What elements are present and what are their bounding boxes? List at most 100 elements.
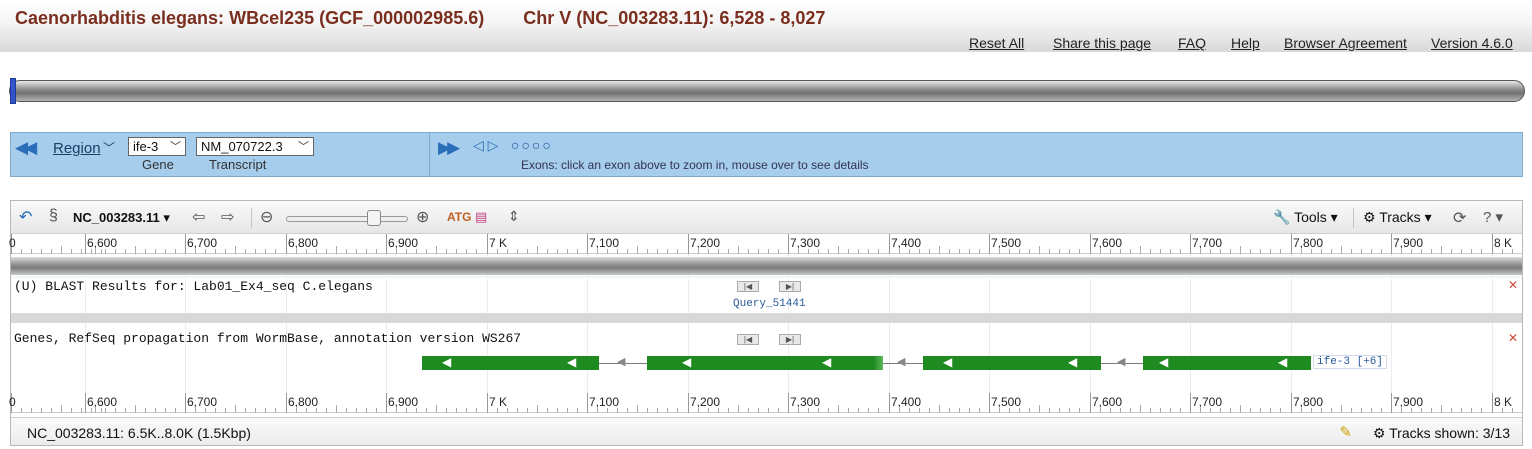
pan-right-icon[interactable]: ⇨ bbox=[221, 207, 234, 227]
gene-select[interactable]: ife-3 ﹀ bbox=[128, 137, 186, 156]
ruler-minor-tick bbox=[296, 249, 297, 254]
blast-track-label[interactable]: (U) BLAST Results for: Lab01_Ex4_seq C.e… bbox=[14, 279, 373, 294]
ruler-tick bbox=[1291, 393, 1292, 413]
ruler-minor-tick bbox=[567, 249, 568, 254]
ruler-minor-tick bbox=[728, 249, 729, 254]
seqid-dropdown[interactable]: NC_003283.11 ▾ bbox=[73, 210, 170, 226]
tracks-menu[interactable]: ⚙ Tracks ▾ bbox=[1363, 209, 1432, 226]
fast-forward-icon[interactable]: ▶▶ bbox=[438, 138, 460, 158]
ruler-tick bbox=[1391, 393, 1392, 413]
ruler-minor-tick bbox=[1421, 249, 1422, 254]
location-text: Chr V (NC_003283.11): 6,528 - 8,027 bbox=[523, 8, 826, 28]
ruler-minor-tick bbox=[838, 246, 839, 254]
reset-all-link[interactable]: Reset All bbox=[969, 35, 1024, 51]
ruler-label: 6,900 bbox=[388, 395, 419, 409]
sequence-link-icon[interactable]: § bbox=[49, 207, 58, 225]
exon[interactable]: ◀ ◀ bbox=[422, 355, 599, 370]
ruler-minor-tick bbox=[316, 249, 317, 254]
version-link[interactable]: Version 4.6.0 bbox=[1431, 35, 1513, 51]
prev-feature-icon[interactable]: |◀ bbox=[737, 281, 759, 292]
blast-query-feature[interactable]: Query_51441 bbox=[733, 298, 806, 310]
divider bbox=[251, 208, 252, 228]
ruler-minor-tick bbox=[838, 405, 839, 413]
ruler-minor-tick bbox=[1200, 408, 1201, 413]
intron-arrow-icon: ◀ bbox=[897, 356, 906, 368]
zoom-slider-handle[interactable] bbox=[367, 210, 381, 226]
ruler-minor-tick bbox=[868, 408, 869, 413]
pencil-icon[interactable]: ✎ bbox=[1339, 423, 1352, 441]
rewind-icon[interactable]: ◀◀ bbox=[15, 138, 37, 158]
ruler-minor-tick bbox=[205, 249, 206, 254]
ruler-minor-tick bbox=[848, 408, 849, 413]
refresh-icon[interactable]: ⟳ bbox=[1453, 208, 1466, 228]
tracks-shown-status[interactable]: ⚙ Tracks shown: 3/13 bbox=[1373, 425, 1510, 442]
tools-menu[interactable]: 🔧 Tools ▾ bbox=[1273, 209, 1338, 226]
ruler-tick bbox=[688, 393, 689, 413]
exon-prev-next-icon[interactable]: ◁ ▷ bbox=[473, 137, 498, 154]
browser-agreement-link[interactable]: Browser Agreement bbox=[1284, 35, 1407, 51]
ruler-label: 7,200 bbox=[690, 395, 721, 409]
exon-circle-icons[interactable]: ○○○○ bbox=[511, 137, 553, 153]
ruler-minor-tick bbox=[667, 408, 668, 413]
genes-track-label[interactable]: Genes, RefSeq propagation from WormBase,… bbox=[14, 331, 521, 346]
ruler-minor-tick bbox=[567, 408, 568, 413]
ruler-minor-tick bbox=[31, 249, 32, 254]
zoom-slider[interactable] bbox=[286, 216, 408, 222]
collapse-icon[interactable]: ⇕ bbox=[508, 208, 520, 225]
ruler-minor-tick bbox=[21, 408, 22, 413]
next-feature-icon[interactable]: ▶| bbox=[779, 281, 801, 292]
intron-arrow-icon: ◀ bbox=[1117, 356, 1126, 368]
ruler-minor-tick bbox=[507, 249, 508, 254]
ruler-label: 7 K bbox=[489, 395, 508, 409]
faq-link[interactable]: FAQ bbox=[1178, 35, 1206, 51]
ruler-minor-tick bbox=[1371, 408, 1372, 413]
ruler-label: 6,800 bbox=[288, 236, 319, 250]
chromosome-overview-bar[interactable] bbox=[9, 80, 1525, 102]
ruler-minor-tick bbox=[537, 405, 538, 413]
gene-feature-label[interactable]: ife-3 [+6] bbox=[1313, 355, 1388, 369]
ruler-minor-tick bbox=[255, 408, 256, 413]
sequence-icon[interactable]: ATG bbox=[447, 210, 471, 224]
ruler-minor-tick bbox=[356, 408, 357, 413]
ruler-minor-tick bbox=[1079, 249, 1080, 254]
ruler-minor-tick bbox=[647, 408, 648, 413]
ruler-minor-tick bbox=[1441, 246, 1442, 254]
ruler-minor-tick bbox=[557, 249, 558, 254]
share-page-link[interactable]: Share this page bbox=[1053, 35, 1151, 51]
ruler-minor-tick bbox=[155, 408, 156, 413]
help-icon[interactable]: ? ▾ bbox=[1483, 208, 1503, 226]
exon[interactable]: ◀ ◀ bbox=[923, 355, 1101, 370]
ruler-tick bbox=[1190, 393, 1191, 413]
ruler-minor-tick bbox=[61, 246, 62, 254]
ruler-label: 7,500 bbox=[991, 236, 1022, 250]
chevron-down-icon[interactable]: ﹀ bbox=[103, 139, 115, 156]
pan-left-icon[interactable]: ⇦ bbox=[192, 207, 205, 227]
zoom-out-icon[interactable]: ⊖ bbox=[260, 207, 273, 227]
markers-icon[interactable]: ▤ bbox=[475, 209, 487, 225]
ruler-minor-tick bbox=[1411, 249, 1412, 254]
transcript-select[interactable]: NM_070722.3 ﹀ bbox=[196, 137, 314, 156]
ruler-minor-tick bbox=[1029, 408, 1030, 413]
close-icon[interactable]: ✕ bbox=[1508, 278, 1518, 292]
ruler-label: 8 K bbox=[1494, 236, 1513, 250]
exon[interactable]: ◀ ◀ bbox=[1143, 355, 1311, 370]
ruler-tick bbox=[1291, 234, 1292, 254]
ruler-minor-tick bbox=[1230, 249, 1231, 254]
ruler-tick bbox=[1391, 234, 1392, 254]
ruler-minor-tick bbox=[1160, 249, 1161, 254]
ruler-minor-tick bbox=[95, 249, 96, 254]
ruler-minor-tick bbox=[1341, 246, 1342, 254]
prev-feature-icon[interactable]: |◀ bbox=[737, 334, 759, 345]
ruler-minor-tick bbox=[808, 249, 809, 254]
exon[interactable]: ◀ ◀ bbox=[647, 355, 883, 370]
ruler-minor-tick bbox=[1270, 249, 1271, 254]
undo-icon[interactable]: ↶ bbox=[19, 207, 32, 227]
close-icon[interactable]: ✕ bbox=[1508, 331, 1518, 345]
next-feature-icon[interactable]: ▶| bbox=[779, 334, 801, 345]
region-menu[interactable]: Region bbox=[53, 140, 101, 157]
ruler-minor-tick bbox=[446, 249, 447, 254]
chromosome-position-marker[interactable] bbox=[10, 78, 16, 104]
zoom-in-icon[interactable]: ⊕ bbox=[416, 207, 429, 227]
help-link[interactable]: Help bbox=[1231, 35, 1260, 51]
ruler-minor-tick bbox=[959, 408, 960, 413]
